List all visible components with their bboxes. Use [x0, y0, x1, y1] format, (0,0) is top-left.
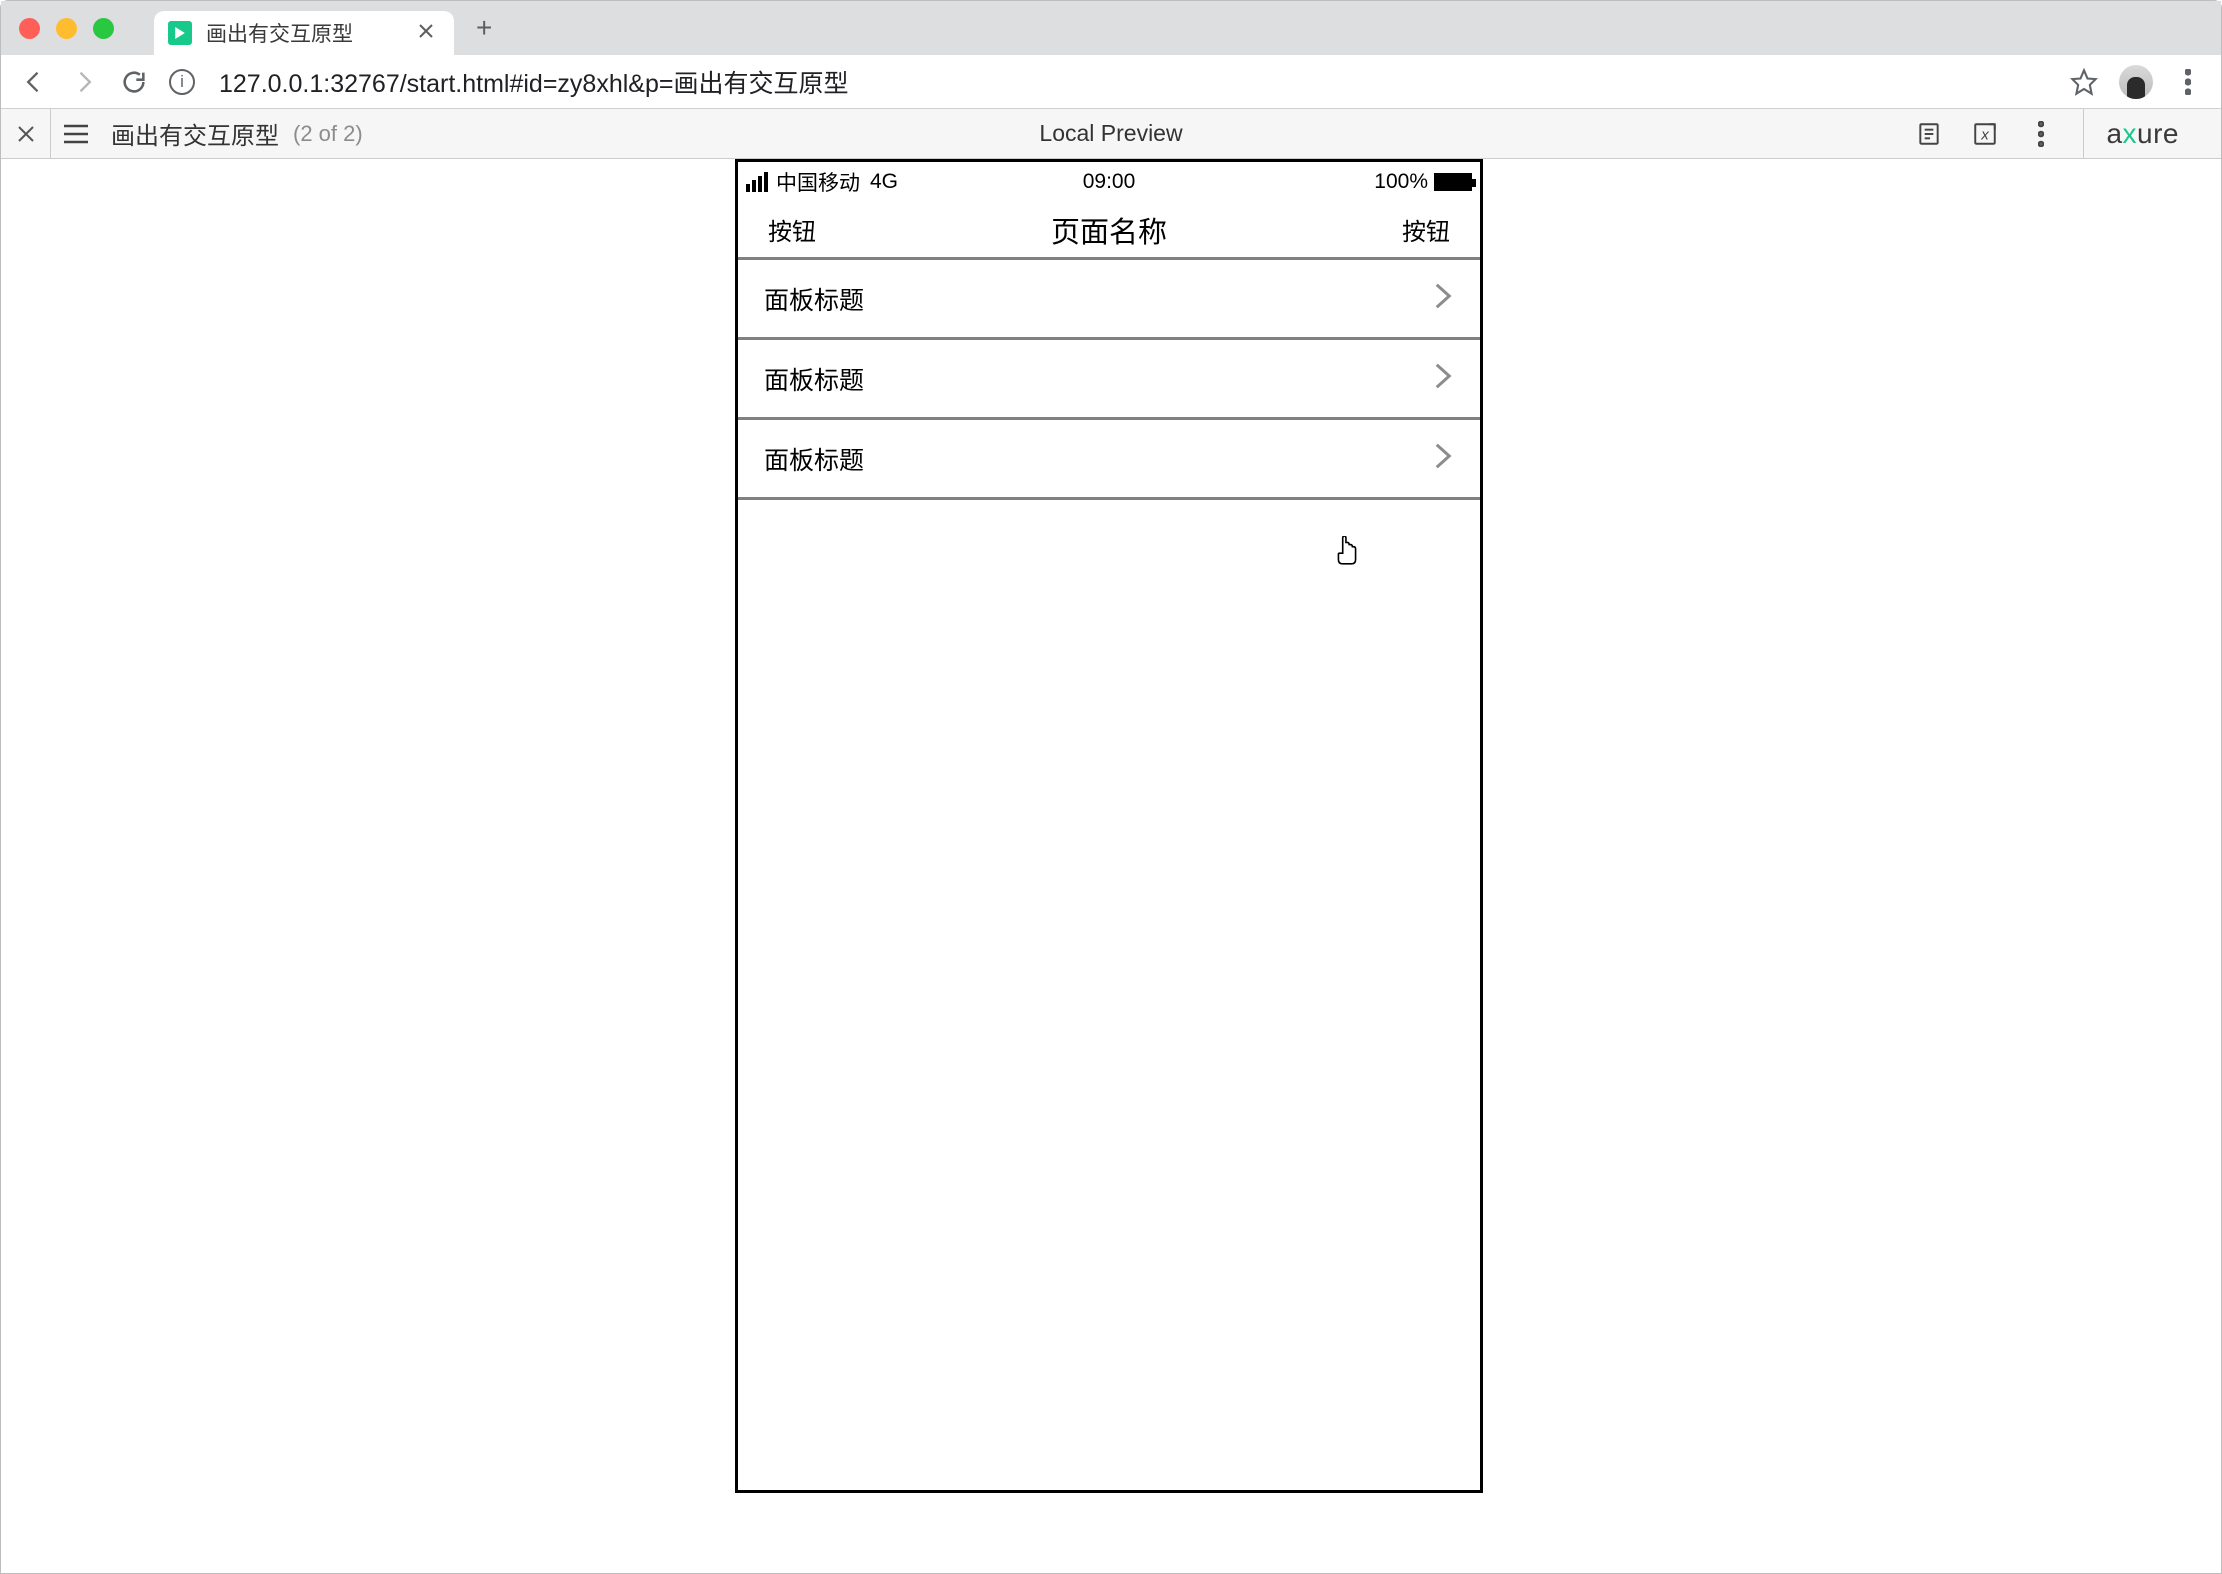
nav-left-button[interactable]: 按钮: [768, 212, 816, 247]
accordion-row[interactable]: 面板标题: [738, 420, 1480, 500]
window-controls: [19, 18, 114, 39]
accordion-row-title: 面板标题: [764, 361, 864, 397]
new-tab-button[interactable]: +: [476, 12, 492, 44]
tab-close-button[interactable]: [412, 22, 440, 45]
accordion-row-title: 面板标题: [764, 281, 864, 317]
accordion-row-title: 面板标题: [764, 441, 864, 477]
axure-logo-suffix: ure: [2137, 118, 2179, 150]
preview-canvas: 中国移动 4G 09:00 100% 按钮 页面名称 按钮 面板标题 面板标: [1, 159, 2221, 1573]
svg-text:x: x: [1981, 126, 1991, 143]
reload-button[interactable]: [119, 67, 149, 97]
tab-title-text: 画出有交互原型: [206, 18, 396, 48]
site-info-icon[interactable]: i: [169, 69, 195, 95]
preview-mode-label: Local Preview: [1039, 120, 1182, 147]
battery-percent-label: 100%: [1374, 170, 1428, 194]
close-sidebar-button[interactable]: [1, 109, 51, 158]
window-maximize-button[interactable]: [93, 18, 114, 39]
variables-icon[interactable]: x: [1971, 120, 1999, 148]
preview-toolbar-right: x axure: [1915, 109, 2221, 158]
notes-icon[interactable]: [1915, 120, 1943, 148]
phone-frame: 中国移动 4G 09:00 100% 按钮 页面名称 按钮 面板标题 面板标: [735, 159, 1483, 1493]
bookmark-star-icon[interactable]: [2069, 67, 2099, 97]
url-text[interactable]: 127.0.0.1:32767/start.html#id=zy8xhl&p=画…: [219, 64, 2049, 100]
axure-logo-prefix: a: [2106, 118, 2122, 150]
address-bar-row: i 127.0.0.1:32767/start.html#id=zy8xhl&p…: [1, 55, 2221, 109]
network-type-label: 4G: [870, 170, 898, 194]
axure-logo-x: x: [2123, 118, 2138, 150]
preview-more-button[interactable]: [2027, 120, 2055, 148]
preview-page-count: (2 of 2): [293, 121, 363, 147]
battery-icon: [1434, 173, 1472, 191]
browser-tab[interactable]: 画出有交互原型: [154, 11, 454, 55]
phone-status-bar: 中国移动 4G 09:00 100%: [738, 162, 1480, 202]
chevron-right-icon: [1432, 281, 1454, 316]
back-button[interactable]: [19, 67, 49, 97]
phone-navbar: 按钮 页面名称 按钮: [738, 202, 1480, 260]
nav-right-button[interactable]: 按钮: [1402, 212, 1450, 247]
forward-button[interactable]: [69, 67, 99, 97]
battery-indicator: 100%: [1374, 170, 1472, 194]
favicon-icon: [168, 21, 192, 45]
preview-toolbar-left: 画出有交互原型 (2 of 2): [1, 109, 363, 158]
chrome-menu-button[interactable]: [2173, 67, 2203, 97]
chevron-right-icon: [1432, 361, 1454, 396]
accordion-row[interactable]: 面板标题: [738, 340, 1480, 420]
preview-page-name: 画出有交互原型: [111, 116, 279, 151]
profile-avatar[interactable]: [2119, 65, 2153, 99]
browser-tab-strip: 画出有交互原型 +: [1, 1, 2221, 55]
chevron-right-icon: [1432, 441, 1454, 476]
accordion-row[interactable]: 面板标题: [738, 260, 1480, 340]
clock-label: 09:00: [1083, 170, 1136, 194]
signal-icon: [746, 172, 768, 192]
window-minimize-button[interactable]: [56, 18, 77, 39]
preview-toolbar: 画出有交互原型 (2 of 2) Local Preview x axure: [1, 109, 2221, 159]
window-close-button[interactable]: [19, 18, 40, 39]
hamburger-menu-icon[interactable]: [51, 123, 101, 145]
axure-logo[interactable]: axure: [2083, 109, 2201, 158]
carrier-label: 中国移动: [776, 167, 860, 197]
browser-window: 画出有交互原型 + i 127.0.0.1:32767/start.html#i…: [0, 0, 2222, 1574]
nav-title: 页面名称: [1051, 209, 1167, 251]
